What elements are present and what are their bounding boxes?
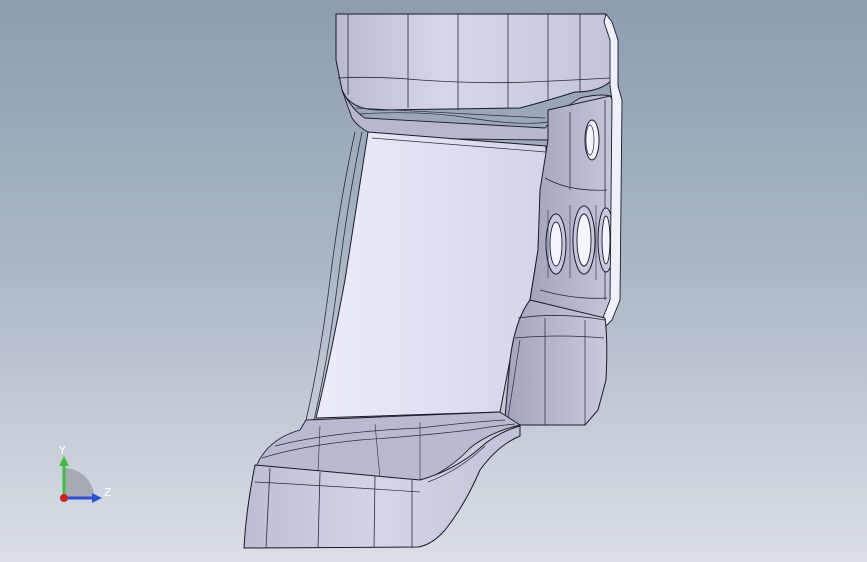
lower-right-block (504, 299, 608, 426)
upper-hole (584, 119, 600, 161)
triad-x-axis-dot (60, 494, 68, 502)
top-block (335, 13, 613, 111)
orientation-triad: Y Z (58, 444, 112, 503)
part-model-view[interactable] (0, 0, 867, 562)
triad-y-label: Y (58, 444, 66, 457)
triad-z-label: Z (104, 486, 112, 499)
triad-quadrant (64, 468, 94, 498)
lower-holes (545, 205, 615, 280)
graphics-viewport[interactable]: Y Z (0, 0, 867, 562)
